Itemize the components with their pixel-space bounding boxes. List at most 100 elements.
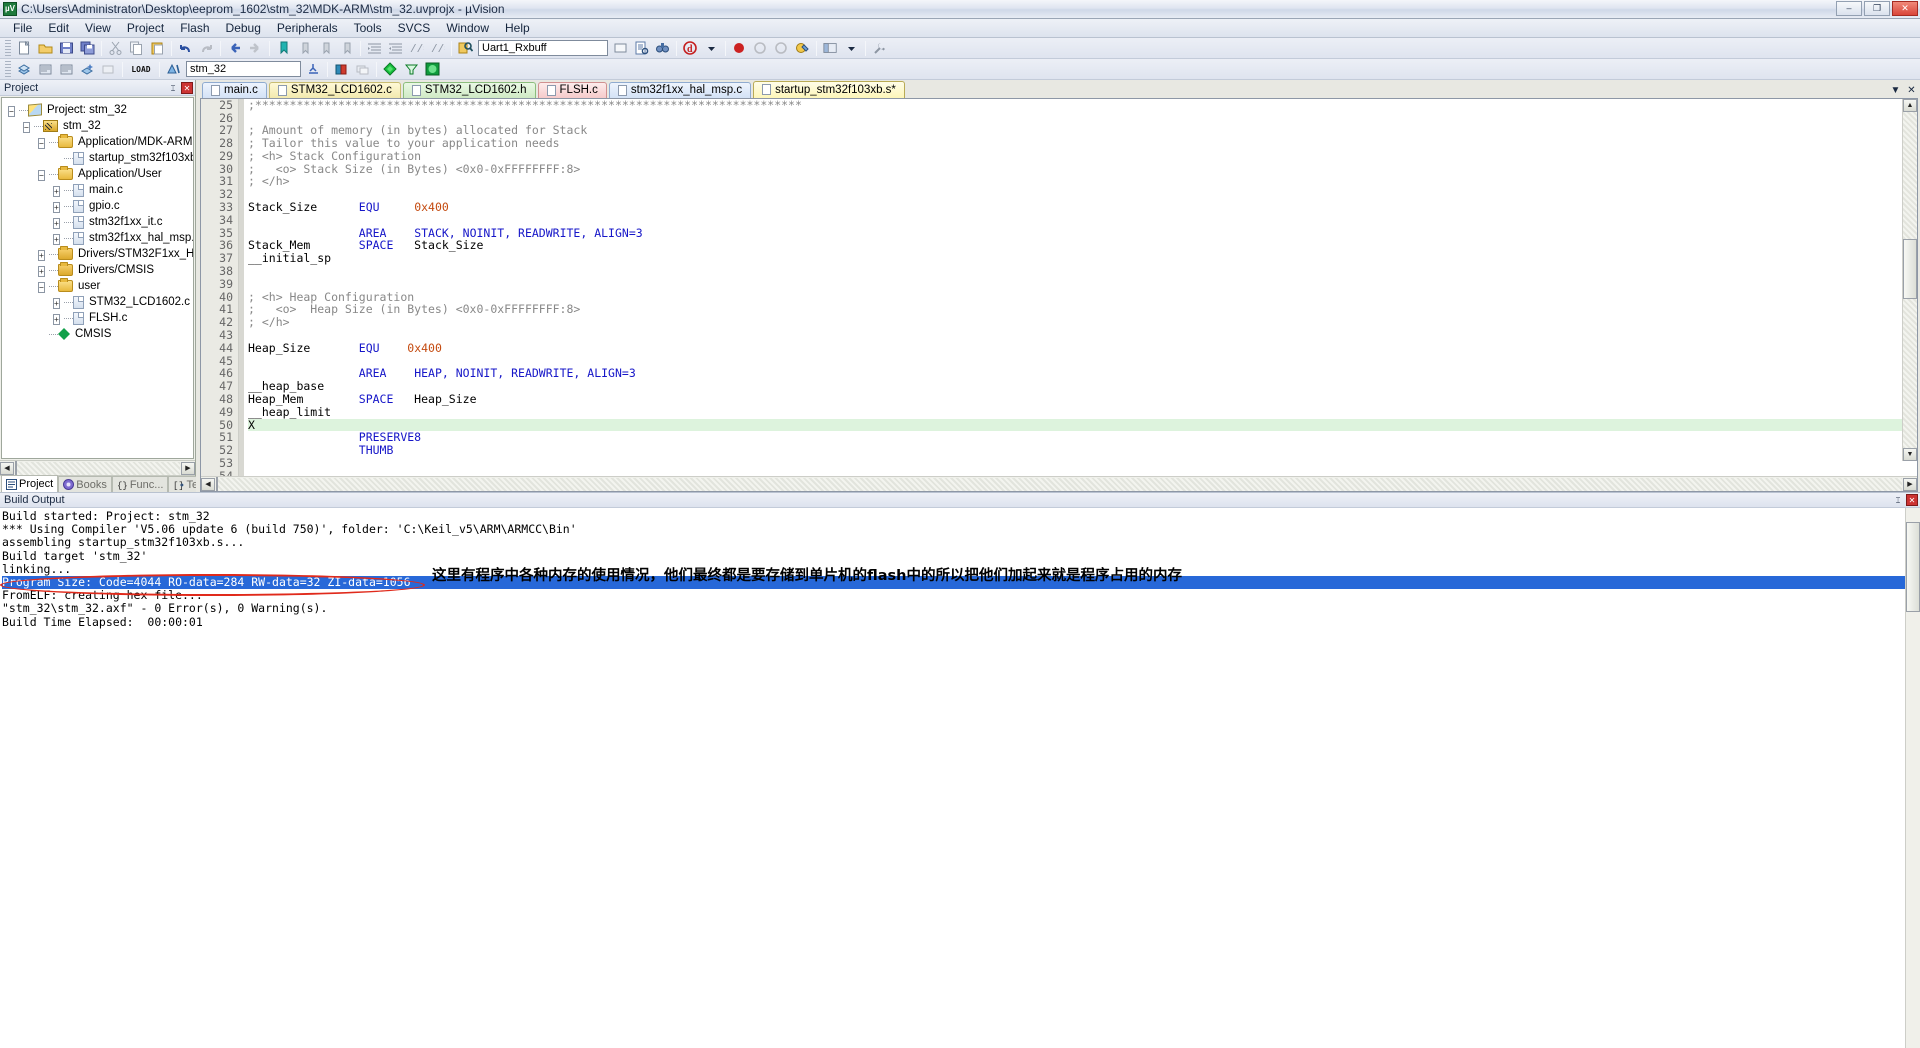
- debug-d-icon[interactable]: d: [681, 39, 700, 57]
- manage-components-icon[interactable]: [332, 60, 351, 78]
- maximize-button[interactable]: ❐: [1864, 1, 1890, 16]
- tab-books[interactable]: Books: [58, 476, 112, 492]
- window-layout-icon[interactable]: [821, 39, 840, 57]
- build-output-body[interactable]: Build started: Project: stm_32 *** Using …: [0, 508, 1920, 1048]
- filter-icon[interactable]: [402, 60, 421, 78]
- code-line[interactable]: AREA HEAP, NOINIT, READWRITE, ALIGN=3: [248, 367, 1917, 380]
- code-line[interactable]: ; <o> Heap Size (in Bytes) <0x0-0xFFFFFF…: [248, 303, 1917, 316]
- scroll-up-icon[interactable]: ▲: [1903, 98, 1917, 112]
- expander-icon[interactable]: +: [53, 201, 60, 213]
- menu-debug[interactable]: Debug: [218, 19, 269, 37]
- code-line[interactable]: __heap_limit: [248, 405, 1917, 419]
- code-line[interactable]: Heap_Size EQU 0x400: [248, 341, 1917, 355]
- stop-build-icon[interactable]: [99, 60, 118, 78]
- tree-item-cmsis[interactable]: CMSIS: [4, 326, 193, 342]
- expander-icon[interactable]: +: [53, 217, 60, 229]
- cut-icon[interactable]: [106, 39, 125, 57]
- tab-functions[interactable]: {} Func...: [111, 476, 169, 492]
- scroll-track[interactable]: [216, 476, 1902, 491]
- project-tree-hscrollbar[interactable]: ◀ ▶: [0, 460, 195, 477]
- uncomment-icon[interactable]: //=: [428, 39, 447, 57]
- code-line[interactable]: __heap_base: [248, 380, 1917, 393]
- new-file-icon[interactable]: [15, 39, 34, 57]
- toolbar-grip-2[interactable]: [5, 61, 11, 77]
- code-line[interactable]: ; Tailor this value to your application …: [248, 137, 1917, 150]
- scroll-thumb[interactable]: [1903, 239, 1917, 300]
- auto-hide-icon[interactable]: ⌶: [167, 82, 179, 94]
- build-output-vscrollbar[interactable]: [1905, 508, 1920, 1048]
- editor-tab-startup-stm32f103xb-s[interactable]: startup_stm32f103xb.s*: [753, 80, 905, 98]
- paste-icon[interactable]: [148, 39, 167, 57]
- build-output-line[interactable]: "stm_32\stm_32.axf" - 0 Error(s), 0 Warn…: [2, 602, 1920, 615]
- editor-vscrollbar[interactable]: ▲ ▼: [1902, 98, 1917, 461]
- close-button[interactable]: ✕: [1892, 1, 1918, 16]
- tree-item-group-mdk-arm[interactable]: − Application/MDK-ARM: [4, 134, 193, 150]
- bookmark-clear-icon[interactable]: [337, 39, 356, 57]
- bookmark-toggle-icon[interactable]: [274, 39, 293, 57]
- outdent-icon[interactable]: [386, 39, 405, 57]
- load-button[interactable]: LOAD: [127, 60, 155, 78]
- indent-icon[interactable]: [365, 39, 384, 57]
- expander-icon[interactable]: −: [38, 169, 45, 181]
- code-line[interactable]: Stack_Mem SPACE Stack_Size: [248, 239, 1917, 252]
- tree-item-main-c[interactable]: + main.c: [4, 182, 193, 198]
- code-line[interactable]: X: [248, 418, 1917, 432]
- expander-icon[interactable]: +: [53, 297, 60, 309]
- toolbar-grip[interactable]: [5, 40, 11, 56]
- search-input[interactable]: Uart1_Rxbuff: [478, 40, 608, 56]
- menu-flash[interactable]: Flash: [172, 19, 217, 37]
- chevron-down-icon[interactable]: [702, 39, 721, 57]
- batch-build-icon[interactable]: [78, 60, 97, 78]
- menu-view[interactable]: View: [77, 19, 119, 37]
- tree-item-stm32f1xx-it-c[interactable]: + stm32f1xx_it.c: [4, 214, 193, 230]
- menu-window[interactable]: Window: [438, 19, 497, 37]
- build-output-line[interactable]: *** Using Compiler 'V5.06 update 6 (buil…: [2, 522, 1920, 536]
- bookmark-prev-icon[interactable]: [295, 39, 314, 57]
- expander-icon[interactable]: +: [38, 249, 45, 261]
- code-line[interactable]: ; </h>: [248, 175, 1917, 188]
- save-icon[interactable]: [57, 39, 76, 57]
- expander-icon[interactable]: −: [8, 105, 15, 117]
- code-line[interactable]: __initial_sp: [248, 252, 1917, 265]
- code-line[interactable]: [248, 470, 1917, 476]
- tree-item-gpio-c[interactable]: + gpio.c: [4, 198, 193, 214]
- menu-tools[interactable]: Tools: [346, 19, 390, 37]
- close-icon[interactable]: ✕: [1906, 85, 1917, 96]
- tree-item-flsh-c[interactable]: + FLSH.c: [4, 310, 193, 326]
- scroll-down-icon[interactable]: ▼: [1903, 448, 1917, 461]
- code-line[interactable]: ;***************************************…: [248, 99, 1917, 112]
- build-output-line[interactable]: assembling startup_stm32f103xb.s...: [2, 536, 1920, 549]
- manage-targets-icon[interactable]: [164, 60, 183, 78]
- menu-peripherals[interactable]: Peripherals: [269, 19, 346, 37]
- kill-breakpoints-icon[interactable]: [772, 39, 791, 57]
- editor-hscrollbar[interactable]: ◀ ▶: [201, 476, 1917, 491]
- code-line[interactable]: ; </h>: [248, 316, 1917, 329]
- incremental-find-box-icon[interactable]: [611, 39, 630, 57]
- copy-icon[interactable]: [127, 39, 146, 57]
- undo-icon[interactable]: [176, 39, 195, 57]
- bookmark-next-icon[interactable]: [316, 39, 335, 57]
- code-line[interactable]: [248, 329, 1917, 342]
- expander-icon[interactable]: −: [38, 137, 45, 149]
- code-line[interactable]: Heap_Mem SPACE Heap_Size: [248, 393, 1917, 406]
- code-line[interactable]: THUMB: [248, 444, 1917, 457]
- editor-tab-stm32f1xx-hal-msp-c[interactable]: stm32f1xx_hal_msp.c: [608, 81, 752, 98]
- expander-icon[interactable]: +: [53, 185, 60, 197]
- close-icon[interactable]: ✕: [181, 81, 193, 94]
- pack-installer-icon[interactable]: [423, 60, 442, 78]
- find-binoculars-icon[interactable]: [653, 39, 672, 57]
- tree-item-target[interactable]: − stm_32: [4, 118, 193, 134]
- code-editor[interactable]: 25 26 27 28 29 30 31 32 33 34 35 36 37 38 39 40 41 42 43 44…: [200, 97, 1918, 492]
- tree-item-project[interactable]: − Project: stm_32: [4, 102, 193, 118]
- open-file-icon[interactable]: [36, 39, 55, 57]
- redo-icon[interactable]: [197, 39, 216, 57]
- editor-tab-stm32-lcd1602-h[interactable]: STM32_LCD1602.h: [402, 81, 536, 98]
- menu-edit[interactable]: Edit: [40, 19, 77, 37]
- project-tree[interactable]: − Project: stm_32 − stm_32 − Application…: [1, 97, 194, 459]
- manage-project-items-icon[interactable]: [304, 60, 323, 78]
- packs-icon[interactable]: [381, 60, 400, 78]
- scroll-right-icon[interactable]: ▶: [1903, 477, 1917, 491]
- scroll-thumb[interactable]: [1906, 522, 1920, 612]
- code-line[interactable]: AREA STACK, NOINIT, READWRITE, ALIGN=3: [248, 226, 1917, 240]
- editor-tab-stm32-lcd1602-c[interactable]: STM32_LCD1602.c: [268, 81, 401, 98]
